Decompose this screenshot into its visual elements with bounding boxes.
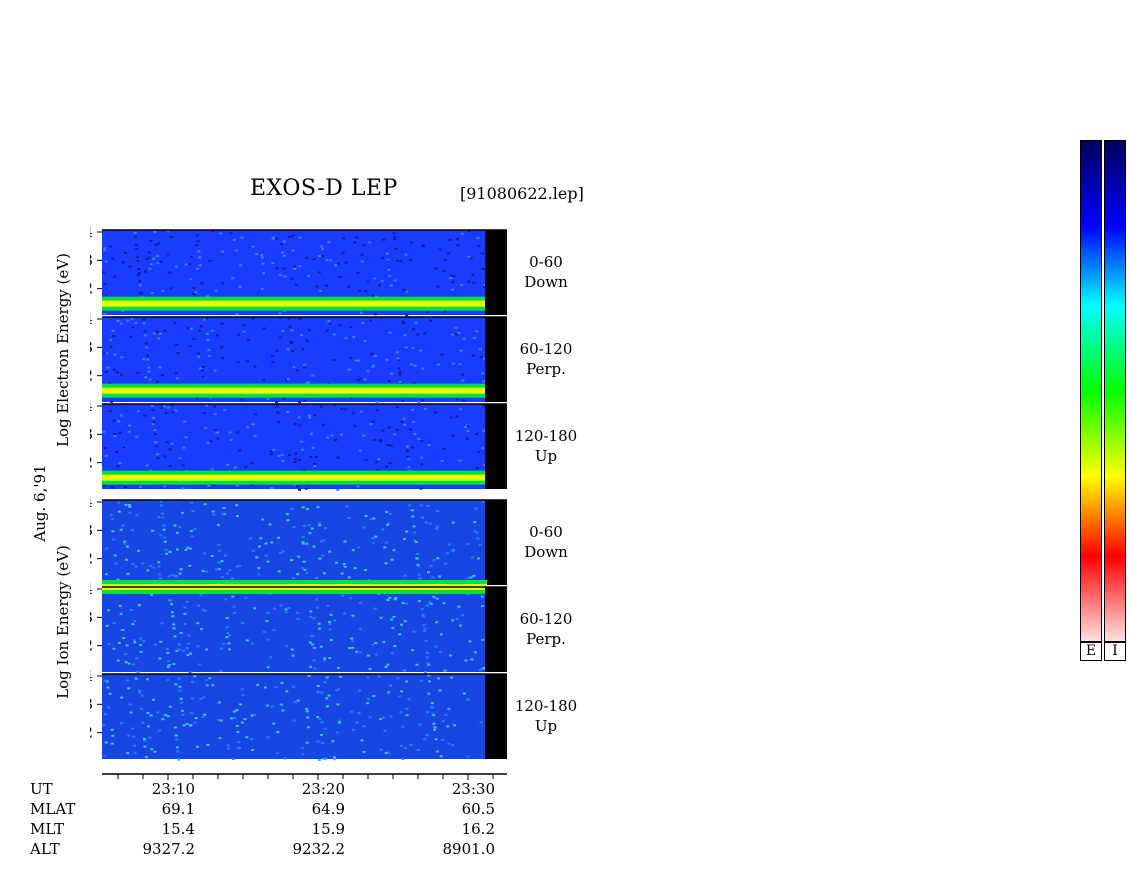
pitch-angle-label: 0-60 — [529, 253, 563, 271]
spectrogram-panel — [102, 229, 507, 317]
panel-label: 60-120 Perp. — [506, 609, 586, 649]
y-tick-label: 4 — [90, 667, 93, 685]
mlt-value: 15.9 — [311, 820, 345, 838]
spectrogram-panel — [102, 403, 507, 491]
mlt-value: 16.2 — [461, 820, 495, 838]
y-tick-label: 3 — [90, 338, 93, 356]
spectrogram-panel — [102, 580, 507, 674]
ut-value: 23:30 — [451, 780, 495, 798]
alt-label: ALT — [30, 840, 60, 858]
spectrogram-panel — [102, 499, 507, 587]
pitch-angle-label: 120-180 — [514, 427, 578, 445]
panel-label: 120-180 Up — [506, 426, 586, 466]
pitch-angle-label: 60-120 — [519, 610, 573, 628]
panel-label: 120-180 Up — [506, 696, 586, 736]
y-tick-label: 4 — [90, 580, 93, 598]
panel-label: 0-60 Down — [506, 252, 586, 292]
mlt-value: 15.4 — [161, 820, 195, 838]
colorbar-label-i: I — [1104, 642, 1126, 661]
ion-colorbar — [1104, 140, 1126, 642]
mlat-label: MLAT — [30, 800, 76, 818]
colorbar-label-e: E — [1080, 642, 1102, 661]
direction-label: Perp. — [526, 630, 566, 648]
spectrogram-panel — [102, 316, 507, 404]
alt-value: 9327.2 — [142, 840, 196, 858]
y-tick-label: 3 — [90, 608, 93, 626]
y-tick-label: 2 — [90, 367, 93, 385]
alt-value: 9232.2 — [292, 840, 346, 858]
date-label: Aug. 6,'91 — [31, 464, 49, 542]
y-tick-label: 4 — [90, 225, 93, 241]
y-tick-label: 3 — [90, 695, 93, 713]
mlt-label: MLT — [30, 820, 65, 838]
mlat-value: 69.1 — [161, 800, 195, 818]
electron-colorbar — [1080, 140, 1102, 642]
y-tick-label: 4 — [90, 493, 93, 511]
panel-label: 0-60 Down — [506, 522, 586, 562]
y-tick-label: 4 — [90, 397, 93, 415]
y-tick-label: 2 — [90, 454, 93, 472]
y-tick-label: 2 — [90, 550, 93, 568]
chart-title: EXOS-D LEP — [250, 176, 398, 201]
panel-label: 60-120 Perp. — [506, 339, 586, 379]
y-tick-label: 2 — [90, 637, 93, 655]
direction-label: Down — [524, 543, 568, 561]
mlat-value: 60.5 — [461, 800, 495, 818]
y-tick-label: 3 — [90, 425, 93, 443]
y-tick-label: 4 — [90, 310, 93, 328]
spectrogram: 4 3 2 4 3 2 4 3 2 4 3 2 4 3 2 4 3 2 — [90, 225, 507, 780]
file-id: [91080622.lep] — [460, 184, 584, 203]
direction-label: Perp. — [526, 360, 566, 378]
pitch-angle-label: 0-60 — [529, 523, 563, 541]
y-tick-label: 3 — [90, 521, 93, 539]
pitch-angle-label: 60-120 — [519, 340, 573, 358]
y-tick-label: 3 — [90, 251, 93, 269]
electron-axis-label: Log Electron Energy (eV) — [54, 253, 72, 447]
alt-value: 8901.0 — [442, 840, 496, 858]
direction-label: Up — [534, 447, 558, 465]
y-tick-label: 2 — [90, 724, 93, 742]
spectrogram-panel — [102, 673, 507, 761]
y-tick-label: 2 — [90, 280, 93, 298]
ut-value: 23:10 — [151, 780, 195, 798]
pitch-angle-label: 120-180 — [514, 697, 578, 715]
ut-value: 23:20 — [301, 780, 345, 798]
direction-label: Up — [534, 717, 558, 735]
direction-label: Down — [524, 273, 568, 291]
ion-axis-label: Log Ion Energy (eV) — [54, 545, 72, 699]
mlat-value: 64.9 — [311, 800, 345, 818]
ut-label: UT — [30, 780, 53, 798]
